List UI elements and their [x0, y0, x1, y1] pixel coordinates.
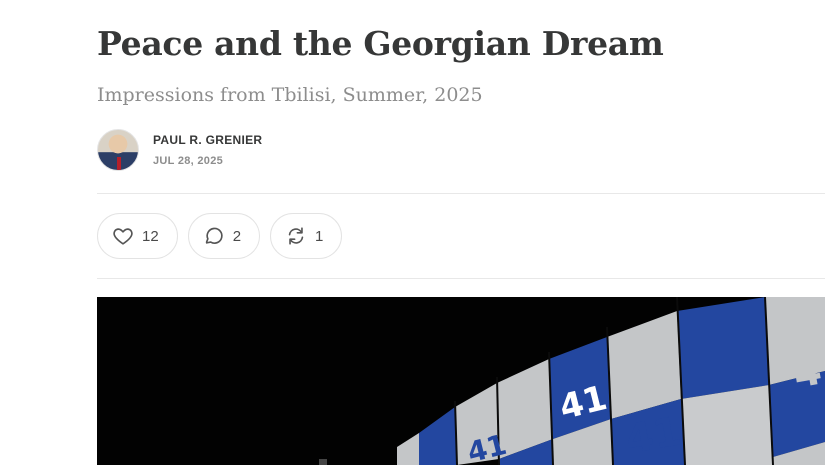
- restack-count: 1: [315, 227, 324, 245]
- restack-button[interactable]: 1: [270, 213, 343, 259]
- avatar-tie-detail: [117, 157, 121, 170]
- post-title: Peace and the Georgian Dream: [97, 24, 664, 63]
- comment-bubble-icon: [203, 225, 225, 247]
- comment-button[interactable]: 2: [187, 213, 261, 259]
- divider-bottom: [97, 278, 825, 279]
- comment-count: 2: [232, 227, 242, 245]
- author-meta: PAUL R. GRENIER JUL 28, 2025: [153, 133, 262, 167]
- hero-image: 41 41 41 41: [97, 297, 825, 465]
- author-avatar[interactable]: [97, 129, 139, 171]
- banner-panel: [397, 433, 419, 465]
- banner-panel: [677, 297, 769, 399]
- distant-light: [319, 459, 327, 465]
- banner-number: 41: [622, 408, 685, 463]
- post-subtitle: Impressions from Tbilisi, Summer, 2025: [97, 84, 483, 106]
- banner-panel: [419, 407, 457, 465]
- restack-icon: [285, 225, 307, 247]
- like-count: 12: [142, 227, 159, 245]
- hero-banner-illustration: 41 41 41 41: [319, 297, 825, 465]
- like-button[interactable]: 12: [97, 213, 178, 259]
- heart-icon: [112, 225, 134, 247]
- post-actions: 12 2 1: [97, 213, 343, 259]
- divider-top: [97, 193, 825, 194]
- post-date: JUL 28, 2025: [153, 155, 224, 167]
- author-name[interactable]: PAUL R. GRENIER: [153, 133, 262, 147]
- post-page: Peace and the Georgian Dream Impressions…: [0, 0, 825, 465]
- banner-panel: [681, 385, 773, 465]
- byline: PAUL R. GRENIER JUL 28, 2025: [97, 129, 262, 171]
